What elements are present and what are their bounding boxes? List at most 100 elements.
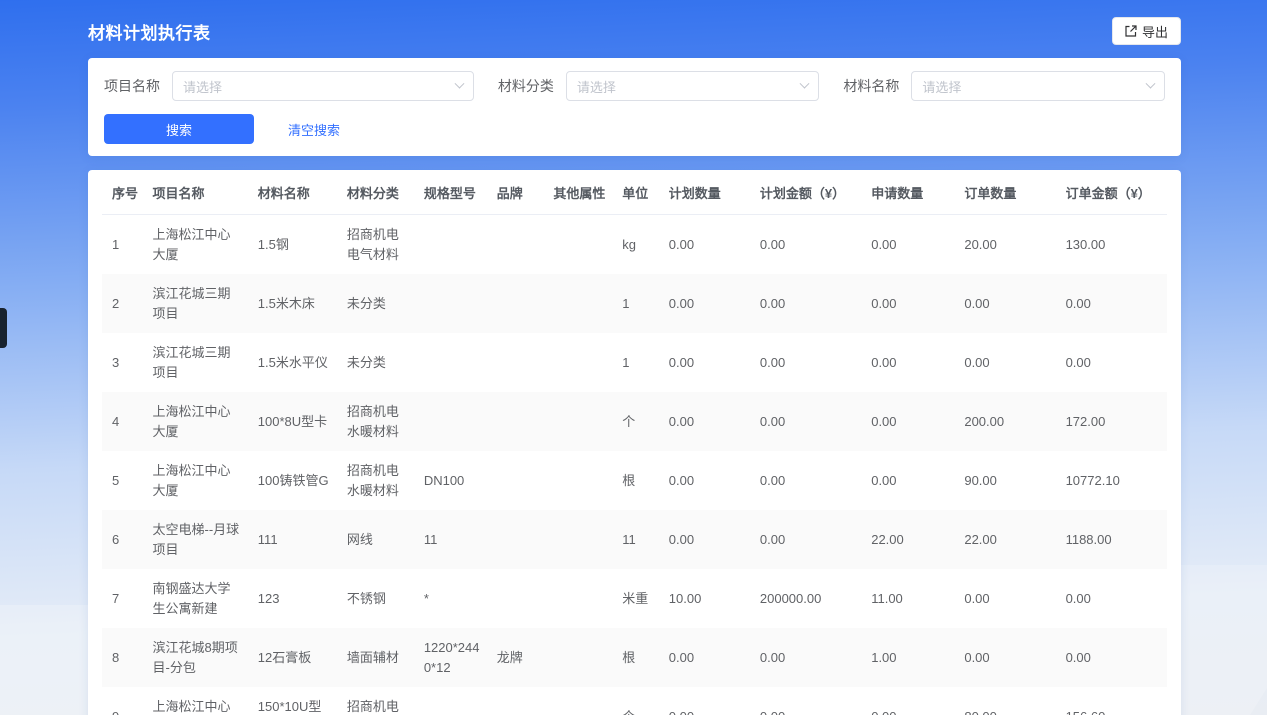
material-category-select[interactable]: 请选择	[566, 71, 820, 101]
cell-apply_qty: 1.00	[863, 628, 956, 687]
cell-plan_qty: 0.00	[661, 510, 752, 569]
cell-order_amount: 172.00	[1058, 392, 1167, 451]
cell-material: 100*8U型卡	[250, 392, 339, 451]
cell-spec	[416, 333, 489, 392]
cell-order_amount: 0.00	[1058, 569, 1167, 628]
cell-project: 上海松江中心大厦	[145, 687, 250, 715]
chevron-down-icon	[454, 78, 464, 88]
cell-no: 3	[102, 333, 145, 392]
cell-unit: 1	[614, 333, 661, 392]
cell-other	[545, 569, 614, 628]
cell-apply_qty: 0.00	[863, 215, 956, 275]
cell-other	[545, 333, 614, 392]
cell-spec	[416, 274, 489, 333]
cell-category: 不锈钢	[339, 569, 416, 628]
project-name-select[interactable]: 请选择	[172, 71, 474, 101]
cell-other	[545, 392, 614, 451]
cell-category: 未分类	[339, 333, 416, 392]
cell-plan_amount: 200000.00	[752, 569, 863, 628]
cell-order_qty: 90.00	[956, 451, 1057, 510]
export-button[interactable]: 导出	[1112, 17, 1181, 45]
cell-plan_amount: 0.00	[752, 687, 863, 715]
column-header: 品牌	[489, 170, 546, 215]
filter-label-material-category: 材料分类	[498, 76, 554, 96]
cell-plan_amount: 0.00	[752, 215, 863, 275]
export-button-label: 导出	[1142, 22, 1168, 41]
search-button[interactable]: 搜索	[104, 114, 254, 144]
cell-material: 12石膏板	[250, 628, 339, 687]
cell-order_amount: 10772.10	[1058, 451, 1167, 510]
cell-brand	[489, 451, 546, 510]
filter-row: 项目名称请选择材料分类请选择材料名称请选择	[104, 71, 1165, 101]
cell-project: 滨江花城三期项目	[145, 274, 250, 333]
cell-spec	[416, 687, 489, 715]
drawer-handle[interactable]	[0, 308, 7, 348]
cell-no: 4	[102, 392, 145, 451]
cell-apply_qty: 0.00	[863, 451, 956, 510]
cell-brand	[489, 215, 546, 275]
column-header: 项目名称	[145, 170, 250, 215]
cell-order_qty: 0.00	[956, 274, 1057, 333]
cell-brand: 龙牌	[489, 628, 546, 687]
cell-spec: 11	[416, 510, 489, 569]
cell-other	[545, 687, 614, 715]
table-card: 序号项目名称材料名称材料分类规格型号品牌其他属性单位计划数量计划金额（¥）申请数…	[88, 170, 1181, 715]
cell-brand	[489, 333, 546, 392]
cell-plan_amount: 0.00	[752, 274, 863, 333]
cell-material: 150*10U型卡	[250, 687, 339, 715]
cell-unit: 米重	[614, 569, 661, 628]
column-header: 材料分类	[339, 170, 416, 215]
clear-search-link[interactable]: 清空搜索	[288, 120, 340, 139]
cell-unit: 根	[614, 451, 661, 510]
cell-spec: *	[416, 569, 489, 628]
table-row: 4上海松江中心大厦100*8U型卡招商机电水暖材料个0.000.000.0020…	[102, 392, 1167, 451]
cell-other	[545, 510, 614, 569]
export-icon	[1125, 25, 1137, 37]
cell-other	[545, 215, 614, 275]
data-table: 序号项目名称材料名称材料分类规格型号品牌其他属性单位计划数量计划金额（¥）申请数…	[102, 170, 1167, 715]
select-placeholder: 请选择	[922, 77, 961, 96]
column-header: 订单金额（¥）	[1058, 170, 1167, 215]
page-title: 材料计划执行表	[88, 19, 211, 44]
select-placeholder: 请选择	[577, 77, 616, 96]
table-row: 8滨江花城8期项目-分包12石膏板墙面辅材1220*2440*12龙牌根0.00…	[102, 628, 1167, 687]
column-header: 序号	[102, 170, 145, 215]
cell-material: 100铸铁管G	[250, 451, 339, 510]
cell-apply_qty: 0.00	[863, 333, 956, 392]
cell-unit: 个	[614, 687, 661, 715]
cell-plan_qty: 0.00	[661, 687, 752, 715]
cell-project: 太空电梯--月球项目	[145, 510, 250, 569]
filter-group-material-name: 材料名称请选择	[843, 71, 1165, 101]
cell-order_qty: 200.00	[956, 392, 1057, 451]
cell-order_qty: 0.00	[956, 569, 1057, 628]
cell-order_amount: 0.00	[1058, 274, 1167, 333]
cell-no: 7	[102, 569, 145, 628]
cell-order_amount: 130.00	[1058, 215, 1167, 275]
cell-spec: DN100	[416, 451, 489, 510]
cell-other	[545, 274, 614, 333]
cell-order_amount: 156.60	[1058, 687, 1167, 715]
cell-apply_qty: 22.00	[863, 510, 956, 569]
cell-unit: 个	[614, 392, 661, 451]
cell-unit: 11	[614, 510, 661, 569]
cell-material: 1.5米木床	[250, 274, 339, 333]
select-placeholder: 请选择	[183, 77, 222, 96]
cell-no: 6	[102, 510, 145, 569]
cell-project: 上海松江中心大厦	[145, 451, 250, 510]
cell-plan_amount: 0.00	[752, 333, 863, 392]
cell-plan_amount: 0.00	[752, 628, 863, 687]
material-name-select[interactable]: 请选择	[911, 71, 1165, 101]
table-head: 序号项目名称材料名称材料分类规格型号品牌其他属性单位计划数量计划金额（¥）申请数…	[102, 170, 1167, 215]
table-row: 5上海松江中心大厦100铸铁管G招商机电水暖材料DN100根0.000.000.…	[102, 451, 1167, 510]
cell-plan_qty: 0.00	[661, 274, 752, 333]
cell-plan_qty: 0.00	[661, 392, 752, 451]
page: 材料计划执行表 导出 项目名称请选择材料分类请选择材料名称请选择 搜索 清空搜索…	[88, 14, 1181, 715]
cell-apply_qty: 0.00	[863, 687, 956, 715]
cell-plan_amount: 0.00	[752, 510, 863, 569]
cell-brand	[489, 510, 546, 569]
cell-brand	[489, 274, 546, 333]
cell-brand	[489, 392, 546, 451]
cell-order_amount: 0.00	[1058, 628, 1167, 687]
cell-project: 滨江花城8期项目-分包	[145, 628, 250, 687]
cell-category: 墙面辅材	[339, 628, 416, 687]
